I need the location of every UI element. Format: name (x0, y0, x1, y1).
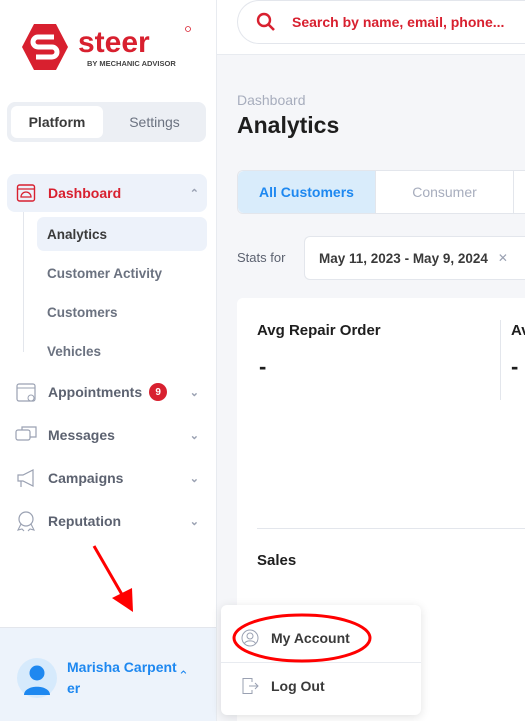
annotation-overlay (92, 545, 372, 663)
annotation-arrow-head (112, 588, 133, 612)
annotation-arrow (92, 545, 126, 599)
annotation-circle (232, 613, 372, 663)
